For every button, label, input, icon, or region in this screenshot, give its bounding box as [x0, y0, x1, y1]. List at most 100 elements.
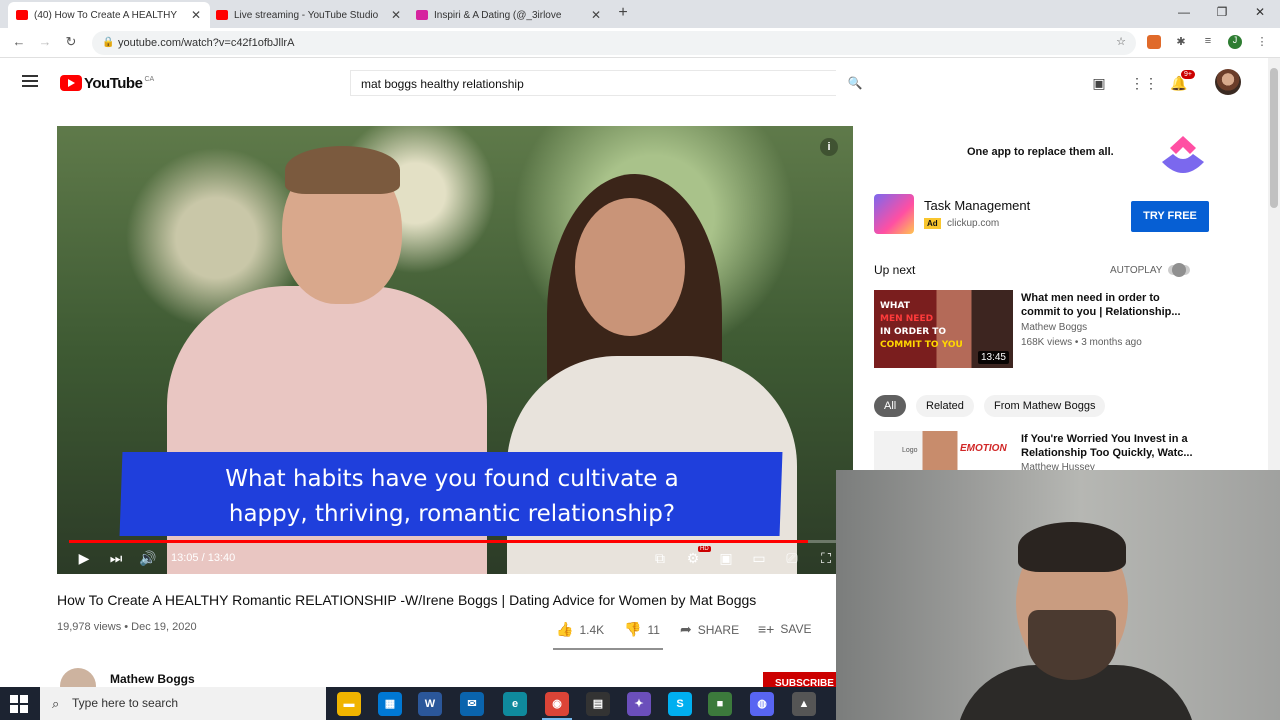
channel-name[interactable]: Mathew Boggs	[110, 672, 195, 686]
video-caption: What habits have you found cultivate a h…	[147, 462, 757, 532]
caption-line-1: What habits have you found cultivate a	[225, 466, 679, 492]
profile-avatar-icon[interactable]: J	[1228, 35, 1242, 49]
forward-arrow-icon[interactable]: →	[36, 34, 54, 49]
volume-icon[interactable]: 🔊	[139, 550, 157, 567]
new-tab-plus-icon[interactable]: +	[614, 4, 632, 22]
scrollbar-thumb[interactable]	[1270, 68, 1278, 208]
player-controls: ▶ ⏭ 🔊 13:05 / 13:40 ⧉ ⚙ HD ▣ ▭ ⎚ ⛶	[57, 544, 853, 574]
webcam-person-hair	[1018, 522, 1126, 572]
close-tab-icon[interactable]: ✕	[590, 8, 602, 22]
webcam-overlay	[836, 470, 1280, 720]
windows-start-icon[interactable]	[10, 695, 28, 713]
up-next-heading: Up next	[874, 263, 916, 277]
chip-related[interactable]: Related	[916, 395, 974, 417]
webcam-person-beard	[1028, 610, 1116, 680]
extensions-puzzle-icon[interactable]: ✱	[1174, 35, 1188, 49]
search-button[interactable]: 🔍	[836, 70, 874, 96]
share-button[interactable]: ➦ SHARE	[680, 621, 739, 638]
save-button[interactable]: ≡+ SAVE	[758, 621, 811, 637]
page-scrollbar[interactable]	[1268, 58, 1280, 470]
cast-icon[interactable]: ⎚	[783, 550, 801, 567]
discord-icon[interactable]: ◍	[750, 692, 774, 716]
up-next-title[interactable]: What men need in order to commit to you …	[1021, 291, 1201, 319]
share-arrow-icon: ➦	[680, 621, 692, 637]
thumbnail-text: WHAT MEN NEED IN ORDER TO COMMIT TO YOU	[880, 300, 963, 352]
video-player[interactable]: i What habits have you found cultivate a…	[57, 126, 853, 574]
close-window-icon[interactable]: ✕	[1250, 5, 1270, 19]
taskbar-search-icon: ⌕	[52, 696, 60, 711]
next-video-icon[interactable]: ⏭	[107, 550, 125, 567]
address-bar[interactable]: 🔒 youtube.com/watch?v=c42f1ofbJllrA	[92, 31, 1136, 55]
youtube-play-logo-icon	[60, 75, 82, 91]
reload-icon[interactable]: ↻	[62, 34, 80, 50]
account-avatar[interactable]	[1215, 69, 1241, 95]
subtitles-icon[interactable]: ⧉	[651, 550, 669, 567]
word-icon[interactable]: W	[418, 692, 442, 716]
youtube-logo[interactable]: YouTube CA	[60, 74, 154, 92]
mail-icon[interactable]: ✉	[460, 692, 484, 716]
clickup-app-icon[interactable]	[874, 194, 914, 234]
back-arrow-icon[interactable]: ←	[10, 34, 28, 49]
bookmark-star-icon[interactable]: ☆	[1114, 35, 1128, 49]
dislike-button[interactable]: 👎 11	[624, 621, 660, 638]
save-label: SAVE	[780, 622, 812, 636]
taskbar-search-box[interactable]: Type here to search	[40, 687, 326, 720]
up-next-thumbnail[interactable]: WHAT MEN NEED IN ORDER TO COMMIT TO YOU …	[874, 290, 1013, 368]
up-next-channel[interactable]: Mathew Boggs	[1021, 322, 1087, 333]
file-explorer-icon[interactable]: ▬	[337, 692, 361, 716]
hd-badge: HD	[698, 546, 711, 552]
maximize-icon[interactable]: ❐	[1212, 5, 1232, 19]
youtube-wordmark: YouTube	[84, 74, 143, 92]
thumb-line: WHAT	[880, 301, 910, 311]
chrome-icon[interactable]: ◉	[545, 692, 569, 716]
youtube-favicon-icon	[216, 10, 228, 20]
hamburger-menu-icon[interactable]	[22, 75, 38, 87]
browser-tab-youtube-studio[interactable]: Live streaming - YouTube Studio ✕	[208, 2, 410, 28]
obs-app-icon[interactable]: ▤	[586, 692, 610, 716]
time-display: 13:05 / 13:40	[171, 552, 236, 564]
search-input[interactable]: mat boggs healthy relationship	[350, 70, 836, 96]
youtube-header: YouTube CA mat boggs healthy relationshi…	[0, 58, 1268, 108]
app-icon[interactable]: ▲	[792, 692, 816, 716]
video-duration: 13:45	[977, 351, 1009, 364]
skype-icon[interactable]: S	[668, 692, 692, 716]
autoplay-toggle[interactable]	[1168, 263, 1190, 277]
share-label: SHARE	[697, 622, 740, 637]
chrome-menu-icon[interactable]: ⋮	[1255, 35, 1269, 49]
recommended-thumbnail[interactable]: Logo EMOTION	[874, 431, 1013, 471]
ad-title[interactable]: Task Management	[924, 198, 1030, 213]
close-tab-icon[interactable]: ✕	[190, 8, 202, 22]
video-views-date: 19,978 views • Dec 19, 2020	[57, 621, 197, 633]
try-free-button[interactable]: TRY FREE	[1131, 201, 1209, 232]
like-button[interactable]: 👍 1.4K	[556, 621, 604, 638]
create-video-icon[interactable]: ▣	[1090, 75, 1108, 91]
thumbs-down-icon: 👎	[624, 621, 642, 637]
photos-app-icon[interactable]: ✦	[627, 692, 651, 716]
reading-list-icon[interactable]: ≡	[1201, 35, 1215, 49]
miniplayer-icon[interactable]: ▣	[717, 550, 735, 567]
minecraft-icon[interactable]: ■	[708, 692, 732, 716]
notification-count-badge: 9+	[1181, 70, 1195, 79]
video-person-woman-head	[575, 198, 685, 336]
progress-bar[interactable]	[69, 540, 841, 543]
theater-mode-icon[interactable]: ▭	[750, 550, 768, 567]
thumbnail-text: EMOTION	[960, 443, 1007, 454]
chip-all[interactable]: All	[874, 395, 907, 417]
browser-tab-instagram[interactable]: Inspiri & A Dating (@_3irlove ✕	[408, 2, 610, 28]
info-card-icon[interactable]: i	[820, 138, 838, 156]
store-icon[interactable]: ▦	[378, 692, 402, 716]
play-icon[interactable]: ▶	[75, 550, 93, 567]
browser-tab-youtube-video[interactable]: (40) How To Create A HEALTHY ✕	[8, 2, 210, 28]
like-ratio-bar	[553, 648, 663, 650]
metamask-extension-icon[interactable]	[1147, 35, 1161, 49]
settings-gear-icon[interactable]: ⚙	[684, 550, 702, 567]
fullscreen-icon[interactable]: ⛶	[817, 550, 835, 567]
edge-icon[interactable]: e	[503, 692, 527, 716]
video-person-man-hair	[285, 146, 400, 194]
minimize-icon[interactable]: —	[1174, 5, 1194, 19]
apps-grid-icon[interactable]: ⋮⋮	[1130, 75, 1158, 91]
chip-from-channel[interactable]: From Mathew Boggs	[984, 395, 1106, 417]
close-tab-icon[interactable]: ✕	[390, 8, 402, 22]
recommended-title[interactable]: If You're Worried You Invest in a Relati…	[1021, 432, 1201, 460]
browser-toolbar: ← → ↻ 🔒 youtube.com/watch?v=c42f1ofbJllr…	[0, 28, 1280, 58]
